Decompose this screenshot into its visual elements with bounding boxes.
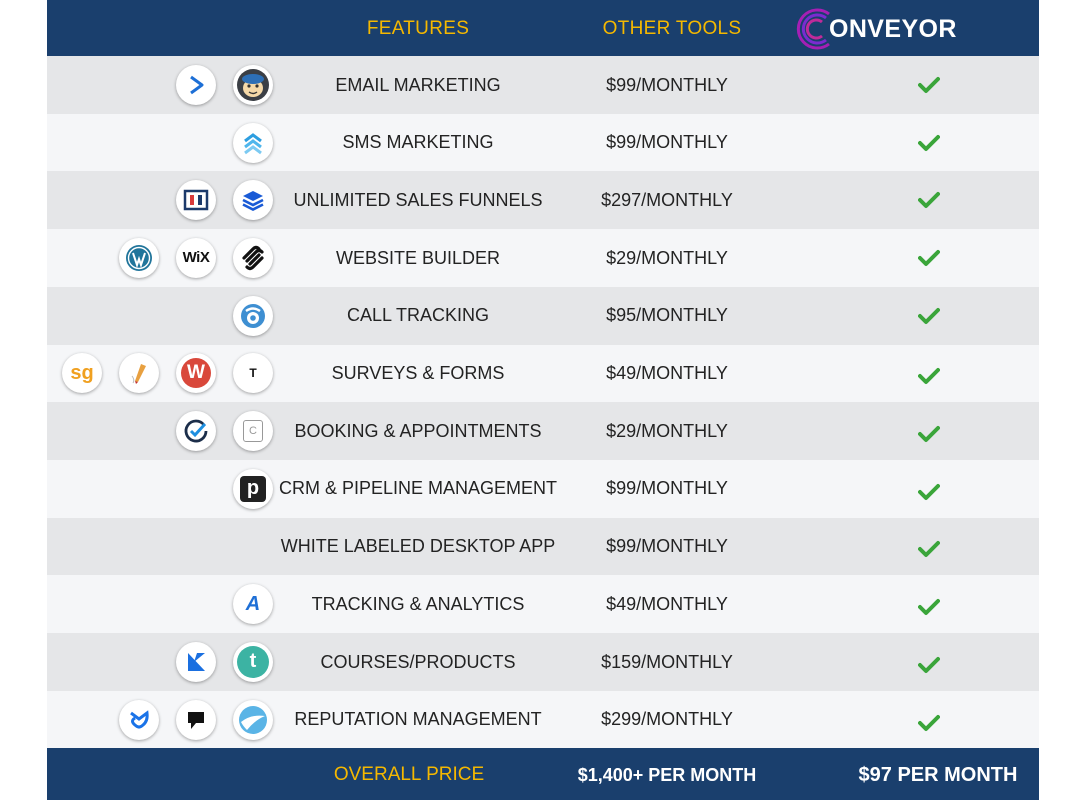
table-row: t COURSES/PRODUCTS $159/MONTHLY	[47, 633, 1039, 692]
other-tools-price: $299/MONTHLY	[601, 709, 733, 730]
table-row: sg W T SURVEYS & FORMS $49/MONTHLY	[47, 344, 1039, 403]
table-row: SMS MARKETING $99/MONTHLY	[47, 113, 1039, 172]
squarespace-icon	[233, 237, 273, 278]
analytics-icon: A	[233, 584, 273, 625]
check-icon	[918, 714, 940, 737]
other-tools-price: $95/MONTHLY	[606, 305, 728, 326]
other-tools-price: $99/MONTHLY	[606, 536, 728, 557]
wix-icon: WiX	[176, 237, 216, 278]
table-row: UNLIMITED SALES FUNNELS $297/MONTHLY	[47, 171, 1039, 230]
check-icon	[918, 425, 940, 448]
feature-name: WEBSITE BUILDER	[335, 247, 501, 268]
brand-logo: ONVEYOR LEAD	[791, 3, 1033, 95]
check-icon	[918, 367, 940, 390]
icon-label: W	[181, 358, 211, 389]
feature-name: TRACKING & ANALYTICS	[311, 593, 525, 614]
other-tools-price: $49/MONTHLY	[606, 593, 728, 614]
swirl-icon	[233, 699, 273, 740]
other-tools-price: $297/MONTHLY	[601, 189, 733, 210]
feature-name: WHITE LABELED DESKTOP APP	[280, 536, 556, 557]
table-header: FEATURES OTHER TOOLS ONVEYOR LEAD	[47, 0, 1039, 95]
birdeye-icon	[119, 699, 159, 740]
feature-name: REPUTATION MANAGEMENT	[294, 709, 542, 730]
check-icon	[918, 598, 940, 621]
other-tools-price: $29/MONTHLY	[606, 247, 728, 268]
check-icon	[918, 307, 940, 330]
icon-label: sg	[70, 361, 94, 384]
other-tools-price: $99/MONTHLY	[606, 478, 728, 499]
feature-name: EMAIL MARKETING	[335, 74, 501, 95]
clickfunnels-icon	[176, 180, 216, 221]
feature-name: BOOKING & APPOINTMENTS	[294, 420, 542, 441]
icon-label: A	[245, 592, 261, 615]
table-row: p CRM & PIPELINE MANAGEMENT $99/MONTHLY	[47, 459, 1039, 519]
mailchimp-icon	[233, 64, 273, 105]
feature-name: CALL TRACKING	[346, 305, 490, 326]
icon-label: C	[243, 420, 263, 443]
icon-label: WiX	[182, 249, 210, 267]
teachable-icon: t	[233, 641, 273, 682]
other-tools-total: $1,400+ PER MONTH	[577, 765, 757, 785]
check-circle-icon	[176, 411, 216, 452]
feature-name: SURVEYS & FORMS	[331, 363, 505, 384]
brand-name: ONVEYOR LEAD	[829, 15, 957, 95]
other-tools-column-header: OTHER TOOLS	[602, 18, 742, 39]
conveyor-price: $97 PER MONTH	[858, 764, 1018, 786]
table-footer: OVERALL PRICE $1,400+ PER MONTH $97 PER …	[47, 748, 1039, 800]
feature-name: UNLIMITED SALES FUNNELS	[293, 189, 543, 210]
check-icon	[918, 483, 940, 506]
table-row: EMAIL MARKETING $99/MONTHLY	[47, 56, 1039, 115]
other-tools-price: $29/MONTHLY	[606, 420, 728, 441]
pipedrive-icon: p	[233, 468, 273, 509]
calendar-icon: C	[233, 411, 273, 452]
features-column-header: FEATURES	[366, 18, 470, 39]
table-row: WiX WEBSITE BUILDER $29/MONTHLY	[47, 229, 1039, 288]
chevrons-up-icon	[233, 122, 273, 163]
table-row: WHITE LABELED DESKTOP APP $99/MONTHLY	[47, 517, 1039, 576]
overall-price-label: OVERALL PRICE	[333, 764, 485, 785]
kajabi-icon	[176, 641, 216, 682]
check-icon	[918, 134, 940, 157]
table-row: A TRACKING & ANALYTICS $49/MONTHLY	[47, 575, 1039, 634]
check-icon	[918, 540, 940, 563]
wufoo-icon: W	[176, 353, 216, 394]
other-tools-price: $49/MONTHLY	[606, 363, 728, 384]
check-icon	[918, 191, 940, 214]
table-row: REPUTATION MANAGEMENT $299/MONTHLY	[47, 690, 1039, 749]
pen-icon	[119, 353, 159, 394]
feature-name: COURSES/PRODUCTS	[320, 651, 516, 672]
comparison-table: FEATURES OTHER TOOLS ONVEYOR LEAD EMAIL …	[47, 0, 1039, 800]
check-icon	[918, 656, 940, 679]
call-tracking-icon	[233, 295, 273, 336]
icon-label: T	[249, 366, 257, 381]
activecampaign-icon	[176, 64, 216, 105]
check-icon	[918, 76, 940, 99]
other-tools-price: $99/MONTHLY	[606, 132, 728, 153]
layers-icon	[233, 180, 273, 221]
table-row: CALL TRACKING $95/MONTHLY	[47, 286, 1039, 345]
typeform-icon: T	[233, 353, 273, 394]
check-icon	[918, 249, 940, 272]
wordpress-icon	[119, 237, 159, 278]
icon-label: t	[237, 645, 269, 678]
podium-icon	[176, 699, 216, 740]
feature-name: CRM & PIPELINE MANAGEMENT	[278, 478, 558, 499]
icon-label: p	[240, 475, 266, 502]
surveygizmo-icon: sg	[62, 353, 102, 394]
feature-name: SMS MARKETING	[342, 132, 494, 153]
table-row: C BOOKING & APPOINTMENTS $29/MONTHLY	[47, 402, 1039, 461]
other-tools-price: $159/MONTHLY	[601, 651, 733, 672]
other-tools-price: $99/MONTHLY	[606, 74, 728, 95]
